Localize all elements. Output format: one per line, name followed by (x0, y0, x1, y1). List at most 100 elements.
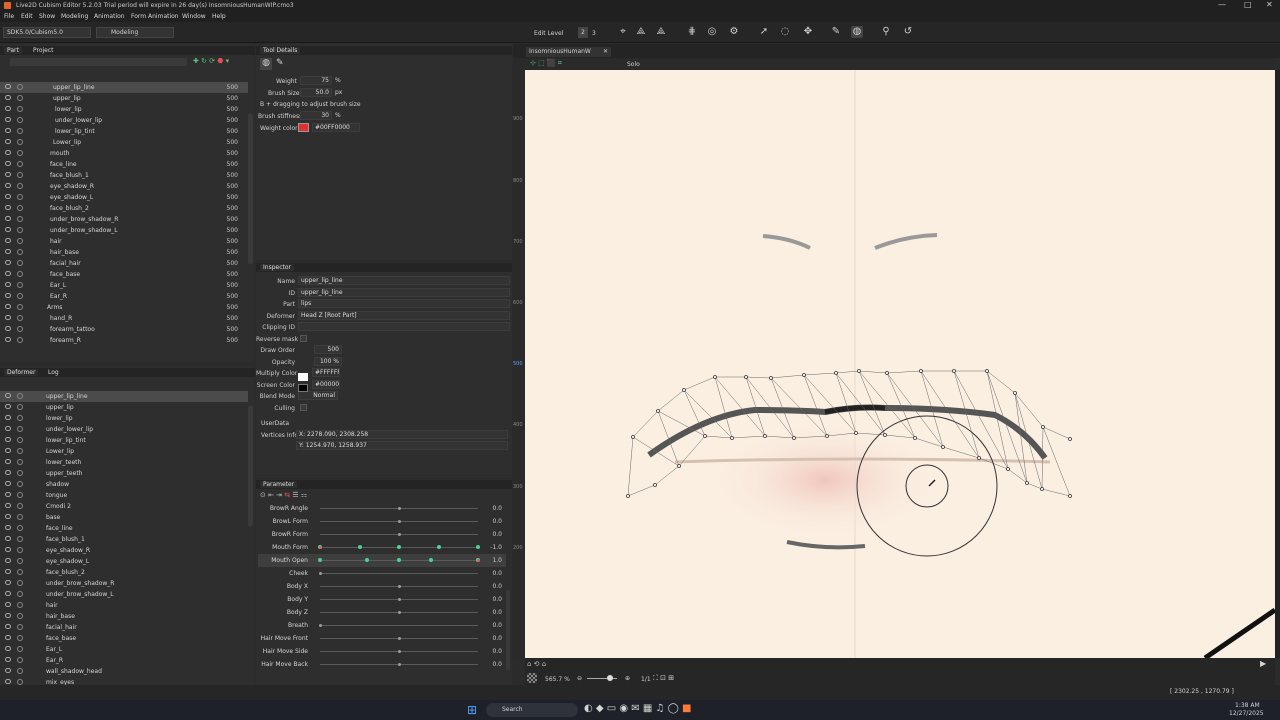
pin-icon[interactable]: ⚲ (880, 26, 892, 38)
inspector-field[interactable]: 100 % (314, 356, 342, 366)
parameter-knob[interactable] (319, 572, 322, 575)
visibility-icon[interactable] (5, 525, 11, 530)
lock-icon[interactable] (17, 646, 23, 652)
visibility-icon[interactable] (5, 84, 11, 89)
parameter-value[interactable]: 0.0 (492, 596, 502, 603)
deformer-row[interactable]: face_blush_1 (0, 534, 248, 545)
visibility-icon[interactable] (5, 271, 11, 276)
brush-tool-icon[interactable]: ◍ (260, 58, 272, 70)
part-row[interactable]: hair_base 500 (0, 247, 248, 258)
visibility-icon[interactable] (5, 668, 11, 673)
lock-icon[interactable] (17, 282, 23, 288)
keyform-dot[interactable] (436, 545, 441, 549)
arrow-tool-icon[interactable]: ➚ (758, 26, 770, 38)
deformer-row[interactable]: upper_teeth (0, 468, 248, 479)
visibility-icon[interactable] (5, 249, 11, 254)
taskbar-search[interactable]: Search (486, 703, 578, 717)
deformer-row[interactable]: hair_base (0, 611, 248, 622)
menu-window[interactable]: Window (182, 13, 206, 20)
lock-icon[interactable] (17, 492, 23, 498)
visibility-icon[interactable] (5, 293, 11, 298)
deform-tool-icon[interactable]: ⌖ (617, 26, 629, 38)
visibility-icon[interactable] (5, 117, 11, 122)
rotation-icon[interactable]: ⚙ (728, 26, 740, 38)
deformer-row[interactable]: face_blush_2 (0, 567, 248, 578)
part-row[interactable]: forearm_R 500 (0, 335, 248, 346)
part-row[interactable]: under_brow_shadow_L 500 (0, 225, 248, 236)
zoom-out-icon[interactable]: ⊖ (577, 675, 582, 682)
deformer-row[interactable]: face_line (0, 523, 248, 534)
viewport-scrollbar[interactable] (1275, 70, 1280, 658)
parameter-value[interactable]: 0.0 (492, 570, 502, 577)
parameter-knob[interactable] (477, 559, 480, 562)
close-tab-icon[interactable]: ✕ (603, 48, 608, 55)
inspector-checkbox[interactable] (300, 403, 307, 411)
inspector-checkbox[interactable] (300, 334, 307, 342)
menu-show[interactable]: Show (39, 13, 55, 20)
inspector-field[interactable]: upper_lip_line (298, 276, 510, 285)
ratio-label[interactable]: 1/1 (641, 676, 651, 683)
deformer-row[interactable]: wall_shadow_head (0, 666, 248, 677)
visibility-icon[interactable] (5, 238, 11, 243)
lock-icon[interactable] (17, 393, 23, 399)
parameter-row[interactable]: Cheek 0.0 (258, 567, 506, 580)
part-row[interactable]: face_line 500 (0, 159, 248, 170)
maximize-icon[interactable]: □ (1244, 0, 1252, 9)
parameter-row[interactable]: Hair Move Front 0.0 (258, 632, 506, 645)
visibility-icon[interactable] (5, 624, 11, 629)
brush-alt-icon[interactable]: ✎ (276, 58, 284, 68)
part-row[interactable]: hair 500 (0, 236, 248, 247)
zoom-value[interactable]: 565.7 % (545, 676, 570, 683)
keyform-dot[interactable] (318, 558, 322, 562)
part-row[interactable]: upper_lip 500 (0, 93, 248, 104)
menu-form-animation[interactable]: Form Animation (131, 13, 179, 20)
keyform-dot[interactable] (428, 558, 433, 562)
deformer-row[interactable]: upper_lip_line (0, 391, 248, 402)
visibility-icon[interactable] (5, 547, 11, 552)
lock-icon[interactable] (17, 657, 23, 663)
weight-color-swatch[interactable] (298, 123, 309, 132)
visibility-icon[interactable] (5, 172, 11, 177)
part-row[interactable]: forearm_tattoo 500 (0, 324, 248, 335)
parameter-row[interactable]: Mouth Open 1.0 (258, 554, 506, 567)
inspector-field[interactable]: upper_lip_line (298, 287, 510, 297)
screen-color-swatch[interactable] (298, 384, 308, 392)
lock-icon[interactable] (17, 260, 23, 266)
zoom-in-icon[interactable]: ⊕ (625, 675, 630, 682)
parameter-row[interactable]: BrowR Angle 0.0 (258, 502, 506, 515)
multiply-color-swatch[interactable] (298, 373, 308, 381)
parameter-knob[interactable] (398, 637, 401, 640)
parameter-knob[interactable] (398, 650, 401, 653)
lock-icon[interactable] (17, 437, 23, 443)
undo-icon[interactable]: ↺ (902, 26, 914, 38)
lock-icon[interactable] (17, 183, 23, 189)
part-row[interactable]: eye_shadow_R 500 (0, 181, 248, 192)
edit-level-3[interactable]: 3 (592, 30, 596, 37)
clock-date[interactable]: 12/27/2025 (1229, 710, 1264, 717)
visibility-icon[interactable] (5, 503, 11, 508)
parameter-value[interactable]: 0.0 (492, 518, 502, 525)
visibility-icon[interactable] (5, 657, 11, 662)
lock-icon[interactable] (17, 304, 23, 310)
lock-icon[interactable] (17, 404, 23, 410)
lock-icon[interactable] (17, 426, 23, 432)
parameter-value[interactable]: 0.0 (492, 622, 502, 629)
weight-brush-icon[interactable]: ✎ (830, 26, 842, 38)
deformer-scrollbar[interactable] (248, 406, 253, 526)
visibility-icon[interactable] (5, 635, 11, 640)
part-row[interactable]: Ear_L 500 (0, 280, 248, 291)
parameter-value[interactable]: 0.0 (492, 661, 502, 668)
part-row[interactable]: upper_lip_line 500 (0, 82, 248, 93)
deformer-row[interactable]: shadow (0, 479, 248, 490)
deformer-row[interactable]: under_brow_shadow_L (0, 589, 248, 600)
lock-icon[interactable] (17, 117, 23, 123)
parameter-row[interactable]: Mouth Form -1.0 (258, 541, 506, 554)
tab-tool-details[interactable]: Tool Details (260, 47, 301, 54)
part-row[interactable]: face_blush_2 500 (0, 203, 248, 214)
parameter-row[interactable]: Body Y 0.0 (258, 593, 506, 606)
solo-label[interactable]: Solo (627, 61, 640, 68)
parameter-toolbar[interactable]: ⊙ ⇤ ⇥ ⇆ ☰ ⚏ (260, 491, 307, 499)
parameter-row[interactable]: Body Z 0.0 (258, 606, 506, 619)
parameter-knob[interactable] (398, 585, 401, 588)
deformer-row[interactable]: upper_lip (0, 402, 248, 413)
